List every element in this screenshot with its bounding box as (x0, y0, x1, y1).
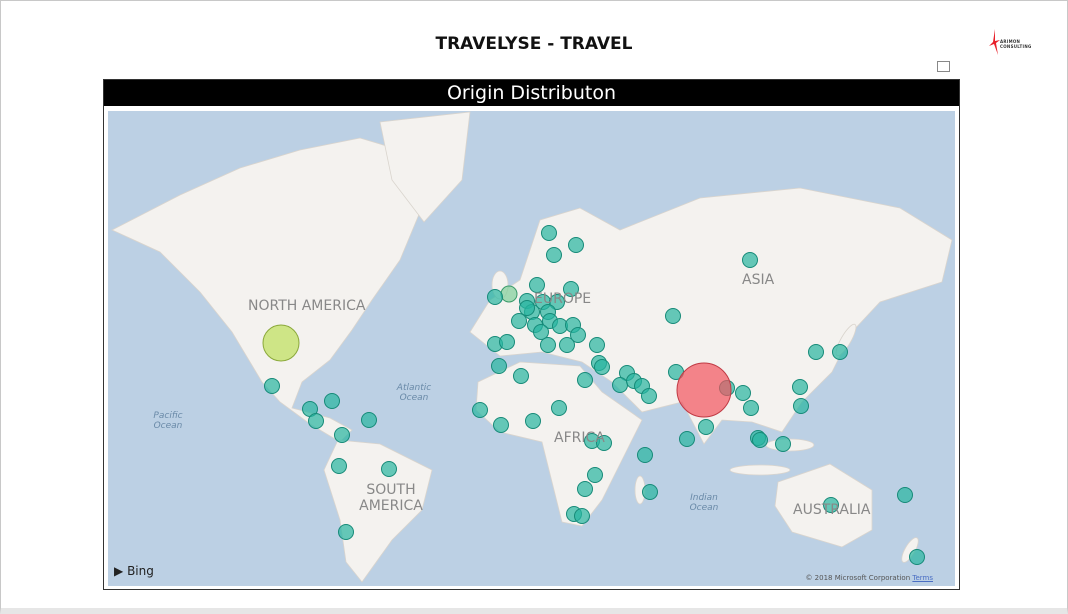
origin-bubble[interactable] (546, 247, 562, 263)
bubble-map[interactable]: NORTH AMERICA SOUTH AMERICA EUROPE ASIA … (108, 111, 955, 586)
focus-mode-icon[interactable] (937, 61, 950, 72)
origin-bubble[interactable] (487, 289, 503, 305)
origin-bubble[interactable] (594, 359, 610, 375)
origin-bubble[interactable] (808, 344, 824, 360)
origin-bubble[interactable] (637, 447, 653, 463)
origin-bubble[interactable] (559, 337, 575, 353)
label-africa: AFRICA (554, 430, 605, 446)
origin-bubble[interactable] (361, 412, 377, 428)
origin-bubble[interactable] (641, 388, 657, 404)
origin-bubble[interactable] (577, 372, 593, 388)
origin-bubble[interactable] (752, 432, 768, 448)
label-pacific: Pacific Ocean (153, 411, 183, 431)
origin-bubble[interactable] (493, 417, 509, 433)
label-indian: Indian Ocean (689, 493, 719, 513)
origin-bubble[interactable] (742, 252, 758, 268)
label-europe: EUROPE (534, 291, 592, 307)
origin-bubble[interactable] (897, 487, 913, 503)
origin-bubble[interactable] (381, 461, 397, 477)
origin-bubble[interactable] (577, 481, 593, 497)
origin-bubble[interactable] (334, 427, 350, 443)
north-america (111, 137, 426, 443)
origin-bubble[interactable] (264, 378, 280, 394)
page-title: TRAVELYSE - TRAVEL (435, 34, 633, 54)
origin-bubble[interactable] (541, 225, 557, 241)
origin-bubble[interactable] (832, 344, 848, 360)
origin-bubble[interactable] (612, 377, 628, 393)
origin-bubble[interactable] (568, 237, 584, 253)
origin-bubble[interactable] (308, 413, 324, 429)
origin-bubble[interactable] (491, 358, 507, 374)
origin-bubble[interactable] (525, 413, 541, 429)
label-north-america: NORTH AMERICA (248, 298, 366, 314)
bing-logo: ▶ Bing (114, 564, 154, 578)
origin-bubble[interactable] (665, 308, 681, 324)
terms-link[interactable]: Terms (912, 574, 933, 582)
origin-bubble[interactable] (574, 508, 590, 524)
origin-bubble[interactable] (540, 337, 556, 353)
origin-bubble[interactable] (513, 368, 529, 384)
bubble-uk[interactable] (500, 285, 518, 303)
bubble-india[interactable] (676, 362, 732, 418)
origin-bubble[interactable] (792, 379, 808, 395)
origin-bubble[interactable] (698, 419, 714, 435)
origin-bubble[interactable] (909, 549, 925, 565)
origin-bubble[interactable] (519, 300, 535, 316)
map-visual: Origin Distributon NORTH AMERICA SOUTH A… (103, 79, 960, 590)
origin-bubble[interactable] (793, 398, 809, 414)
label-australia: AUSTRALIA (793, 502, 871, 518)
origin-bubble[interactable] (331, 458, 347, 474)
map-copyright: © 2018 Microsoft Corporation Terms (805, 574, 933, 582)
label-south-america: SOUTH AMERICA (359, 482, 423, 514)
bubble-usa[interactable] (262, 324, 300, 362)
origin-bubble[interactable] (551, 400, 567, 416)
origin-bubble[interactable] (589, 337, 605, 353)
origin-bubble[interactable] (743, 400, 759, 416)
label-atlantic: Atlantic Ocean (396, 383, 432, 403)
origin-bubble[interactable] (324, 393, 340, 409)
origin-bubble[interactable] (338, 524, 354, 540)
company-logo: ARIMON CONSULTING (988, 28, 1036, 56)
origin-bubble[interactable] (679, 431, 695, 447)
origin-bubble[interactable] (511, 313, 527, 329)
origin-bubble[interactable] (587, 467, 603, 483)
label-asia: ASIA (742, 272, 775, 288)
origin-bubble[interactable] (735, 385, 751, 401)
visual-title: Origin Distributon (104, 80, 959, 106)
origin-bubble[interactable] (775, 436, 791, 452)
origin-bubble[interactable] (472, 402, 488, 418)
origin-bubble[interactable] (499, 334, 515, 350)
origin-bubble[interactable] (642, 484, 658, 500)
